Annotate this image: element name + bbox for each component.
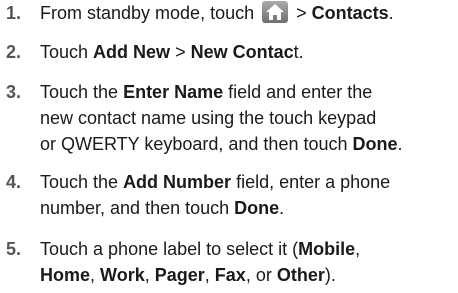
step-text-part: t. (293, 42, 304, 62)
home-icon (262, 1, 289, 23)
mobile-label: Mobile (298, 239, 356, 259)
step-line: number, and then touch Done. (40, 195, 458, 221)
step-text-part: , (144, 265, 155, 285)
add-number-label: Add Number (123, 172, 232, 192)
fax-label: Fax (214, 265, 246, 285)
step-line: Home, Work, Pager, Fax, or Other). (40, 262, 458, 288)
step-line: new contact name using the touch keypad (40, 108, 377, 128)
enter-name-label: Enter Name (123, 82, 224, 102)
step-line: Touch a phone label to select it (Mobile… (40, 236, 458, 262)
step-text-part: , (204, 265, 215, 285)
step-text-part: , (355, 239, 361, 259)
step-number: 5. (6, 239, 22, 259)
pager-label: Pager (154, 265, 205, 285)
done-label: Done (234, 198, 280, 218)
step-text-part: or QWERTY keyboard, and then touch (40, 134, 353, 154)
work-label: Work (100, 265, 145, 285)
contacts-label: Contacts (311, 3, 389, 23)
step-text-part: , or (245, 265, 277, 285)
step-text: Touch Add New > New Contact. (40, 39, 458, 65)
step-number: 4. (6, 172, 22, 192)
step-text-part: Touch the (40, 82, 124, 102)
done-label: Done (352, 134, 398, 154)
add-new-label: Add New (93, 42, 171, 62)
step-text-part: Touch (40, 42, 94, 62)
step-number: 3. (6, 82, 22, 102)
step-text-part: number, and then touch (40, 198, 235, 218)
step-text-part: field and enter the (223, 82, 373, 102)
step-number: 1. (6, 3, 22, 23)
instruction-steps: 1. From standby mode, touch > Contacts. … (0, 0, 458, 293)
step-text: Touch a phone label to select it (Mobile… (40, 236, 458, 288)
step-text-part: From standby mode, touch (40, 3, 260, 23)
step-text: From standby mode, touch > Contacts. (40, 0, 458, 26)
home-label: Home (40, 265, 91, 285)
step-line: or QWERTY keyboard, and then touch Done. (40, 131, 458, 157)
step-text: Touch the Enter Name field and enter the… (40, 79, 458, 157)
step-text-part: , (90, 265, 101, 285)
new-contact-label: New Contac (190, 42, 294, 62)
step-text-part: . (397, 134, 403, 154)
step-number: 2. (6, 42, 22, 62)
step-text: Touch the Add Number field, enter a phon… (40, 169, 458, 221)
step-line: Touch the Enter Name field and enter the (40, 79, 458, 105)
separator: > (170, 42, 191, 62)
step-text-part: Touch the (40, 172, 124, 192)
step-text-part: . (279, 198, 285, 218)
step-text-part: field, enter a phone (231, 172, 391, 192)
step-line: Touch the Add Number field, enter a phon… (40, 169, 458, 195)
step-text-part: Touch a phone label to select it ( (40, 239, 299, 259)
step-text-part: . (388, 3, 394, 23)
other-label: Other (276, 265, 325, 285)
separator: > (291, 3, 312, 23)
step-text-part: ). (324, 265, 336, 285)
